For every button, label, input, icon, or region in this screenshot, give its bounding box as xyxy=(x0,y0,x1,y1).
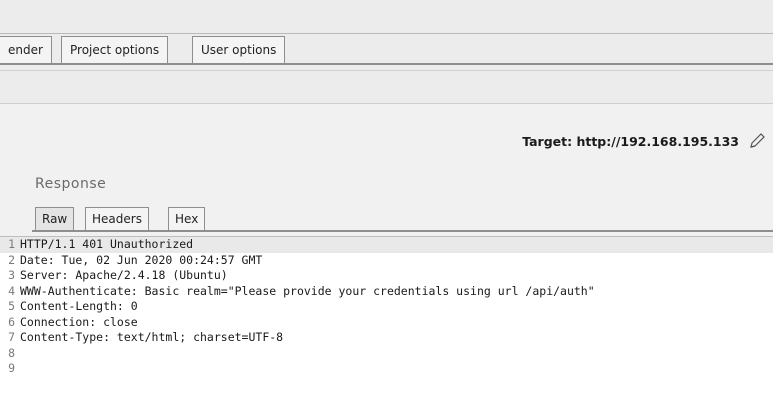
target-label: Target: http://192.168.195.133 xyxy=(522,134,739,149)
tab-project-options[interactable]: Project options xyxy=(61,36,169,63)
line-text: Server: Apache/2.4.18 (Ubuntu) xyxy=(20,268,228,282)
line-text: Date: Tue, 02 Jun 2020 00:24:57 GMT xyxy=(20,252,263,267)
pencil-icon[interactable] xyxy=(747,131,767,151)
code-line: 2 Date: Tue, 02 Jun 2020 00:24:57 GMT xyxy=(0,253,773,269)
line-number: 4 xyxy=(8,283,15,298)
line-number: 6 xyxy=(8,314,15,329)
tab-extender[interactable]: ender xyxy=(0,36,52,63)
line-number: 2 xyxy=(8,252,15,267)
subtab-divider xyxy=(32,230,773,232)
tab-raw[interactable]: Raw xyxy=(35,207,75,231)
line-number: 1 xyxy=(8,237,15,251)
line-number: 9 xyxy=(8,361,15,375)
line-number: 7 xyxy=(8,330,15,344)
tab-bar-divider xyxy=(0,63,773,65)
response-title: Response xyxy=(35,176,107,192)
line-text: WWW-Authenticate: Basic realm="Please pr… xyxy=(20,283,595,298)
line-text: HTTP/1.1 401 Unauthorized xyxy=(20,237,194,251)
code-line: 8 xyxy=(0,346,773,362)
code-line: 6 Connection: close xyxy=(0,315,773,331)
line-number: 8 xyxy=(8,345,15,360)
code-line: 4 WWW-Authenticate: Basic realm="Please p… xyxy=(0,284,773,300)
code-line: 1 HTTP/1.1 401 Unauthorized xyxy=(0,237,773,253)
tab-user-options[interactable]: User options xyxy=(192,36,286,63)
line-text: Content-Type: text/html; charset=UTF-8 xyxy=(20,330,284,344)
code-line: 7 Content-Type: text/html; charset=UTF-8 xyxy=(0,330,773,346)
code-line: 5 Content-Length: 0 xyxy=(0,299,773,315)
response-editor[interactable]: 1 HTTP/1.1 401 Unauthorized 2 Date: Tue, 0… xyxy=(0,236,773,405)
tab-hex[interactable]: Hex xyxy=(168,207,206,231)
line-text: Content-Length: 0 xyxy=(20,299,138,313)
code-line: 3 Server: Apache/2.4.18 (Ubuntu) xyxy=(0,268,773,284)
line-number: 3 xyxy=(8,268,15,282)
sub-tab-strip xyxy=(0,70,773,104)
code-line: 9 xyxy=(0,361,773,377)
line-number: 5 xyxy=(8,299,15,313)
top-toolbar xyxy=(0,0,773,34)
tab-headers[interactable]: Headers xyxy=(85,207,149,231)
line-text: Connection: close xyxy=(20,314,138,329)
